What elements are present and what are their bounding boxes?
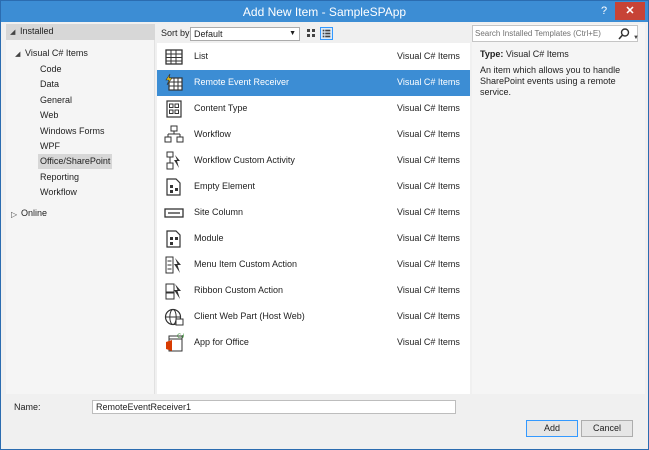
- template-name: Site Column: [194, 207, 244, 217]
- category-tree: ◢ Installed ◢ Visual C# Items Code Data …: [6, 24, 155, 394]
- svg-text:C#: C#: [177, 333, 184, 340]
- template-name: Menu Item Custom Action: [194, 259, 298, 269]
- title-bar: Add New Item - SampleSPApp ? ✕: [1, 1, 648, 22]
- name-label: Name:: [14, 402, 41, 412]
- template-row-workflow[interactable]: Workflow Visual C# Items: [157, 122, 470, 148]
- workflow-icon: [164, 125, 184, 143]
- menu-action-icon: [165, 256, 181, 274]
- collapse-arrow-icon[interactable]: ▷: [11, 210, 17, 219]
- template-list-pane: Sort by: Default ▼ List Visual C# Items …: [157, 24, 470, 394]
- tree-item-code[interactable]: Code: [40, 62, 62, 77]
- template-category: Visual C# Items: [397, 129, 460, 139]
- remote-event-receiver-icon: [165, 73, 183, 91]
- template-name: Workflow: [194, 129, 231, 139]
- name-field[interactable]: [92, 400, 456, 414]
- template-row-site-column[interactable]: Site Column Visual C# Items: [157, 200, 470, 226]
- template-category: Visual C# Items: [397, 207, 460, 217]
- list-view-icon[interactable]: [320, 27, 333, 40]
- template-name: Remote Event Receiver: [194, 77, 290, 87]
- ribbon-action-icon: [165, 283, 181, 300]
- type-info: Type: Visual C# Items: [480, 49, 569, 59]
- template-row-menu-item-custom-action[interactable]: Menu Item Custom Action Visual C# Items: [157, 252, 470, 278]
- template-category: Visual C# Items: [397, 77, 460, 87]
- search-input[interactable]: Search Installed Templates (Ctrl+E) ▼: [472, 25, 639, 42]
- dialog-title: Add New Item - SampleSPApp: [242, 5, 407, 19]
- expand-arrow-icon[interactable]: ◢: [15, 50, 20, 58]
- add-button[interactable]: Add: [526, 420, 578, 437]
- site-column-icon: [164, 208, 184, 218]
- type-value: Visual C# Items: [505, 49, 569, 59]
- template-category: Visual C# Items: [397, 311, 460, 321]
- template-name: Module: [194, 233, 224, 243]
- close-button[interactable]: ✕: [615, 2, 645, 20]
- content-type-icon: [166, 100, 182, 118]
- tree-item-office-sharepoint[interactable]: Office/SharePoint: [38, 154, 113, 169]
- search-placeholder: Search Installed Templates (Ctrl+E): [475, 29, 601, 38]
- tree-item-web[interactable]: Web: [40, 108, 58, 123]
- grid-view-icon[interactable]: [305, 27, 318, 40]
- workflow-activity-icon: [166, 151, 180, 170]
- template-category: Visual C# Items: [397, 51, 460, 61]
- template-name: Content Type: [194, 103, 248, 113]
- sort-dropdown[interactable]: Default ▼: [190, 27, 300, 41]
- tree-item-general[interactable]: General: [40, 93, 72, 108]
- search-icon[interactable]: [617, 27, 631, 41]
- app-for-office-icon: C#: [166, 333, 184, 352]
- sort-toolbar: Sort by: Default ▼: [157, 24, 470, 43]
- tree-item-reporting[interactable]: Reporting: [40, 170, 79, 185]
- template-category: Visual C# Items: [397, 155, 460, 165]
- template-category: Visual C# Items: [397, 337, 460, 347]
- template-row-list[interactable]: List Visual C# Items: [157, 44, 470, 70]
- template-category: Visual C# Items: [397, 233, 460, 243]
- add-new-item-dialog: Add New Item - SampleSPApp ? ✕ ◢ Install…: [0, 0, 649, 450]
- template-row-content-type[interactable]: Content Type Visual C# Items: [157, 96, 470, 122]
- template-name: Client Web Part (Host Web): [194, 311, 305, 321]
- template-row-workflow-custom-activity[interactable]: Workflow Custom Activity Visual C# Items: [157, 148, 470, 174]
- web-part-icon: [164, 308, 184, 326]
- list-icon: [165, 49, 183, 65]
- sort-label: Sort by:: [161, 28, 193, 38]
- tree-item-workflow[interactable]: Workflow: [40, 185, 77, 200]
- template-row-client-web-part[interactable]: Client Web Part (Host Web) Visual C# Ite…: [157, 304, 470, 330]
- template-category: Visual C# Items: [397, 259, 460, 269]
- template-row-empty-element[interactable]: Empty Element Visual C# Items: [157, 174, 470, 200]
- template-name: List: [194, 51, 209, 61]
- tree-item-wpf[interactable]: WPF: [40, 139, 60, 154]
- tree-item-data[interactable]: Data: [40, 77, 59, 92]
- module-icon: [166, 230, 181, 248]
- details-pane: Search Installed Templates (Ctrl+E) ▼ Ty…: [472, 24, 645, 394]
- template-row-remote-event-receiver[interactable]: Remote Event Receiver Visual C# Items: [157, 70, 470, 96]
- help-button[interactable]: ?: [593, 2, 615, 20]
- empty-element-icon: [166, 178, 181, 196]
- tree-node-online[interactable]: Online: [21, 206, 47, 221]
- tree-node-visual-csharp[interactable]: Visual C# Items: [25, 46, 88, 61]
- template-name: Empty Element: [194, 181, 256, 191]
- expand-arrow-icon[interactable]: ◢: [10, 28, 15, 36]
- template-category: Visual C# Items: [397, 181, 460, 191]
- template-row-ribbon-custom-action[interactable]: Ribbon Custom Action Visual C# Items: [157, 278, 470, 304]
- template-name: Workflow Custom Activity: [194, 155, 295, 165]
- tree-item-windows-forms[interactable]: Windows Forms: [40, 124, 105, 139]
- template-row-module[interactable]: Module Visual C# Items: [157, 226, 470, 252]
- chevron-down-icon[interactable]: ▼: [633, 31, 639, 46]
- type-label: Type:: [480, 49, 504, 59]
- template-name: App for Office: [194, 337, 249, 347]
- template-category: Visual C# Items: [397, 103, 460, 113]
- cancel-button[interactable]: Cancel: [581, 420, 633, 437]
- template-row-app-for-office[interactable]: C# App for Office Visual C# Items: [157, 330, 470, 356]
- template-category: Visual C# Items: [397, 285, 460, 295]
- tree-node-installed[interactable]: ◢ Installed: [6, 24, 155, 40]
- tree-label-installed: Installed: [20, 26, 54, 36]
- template-description: An item which allows you to handle Share…: [480, 65, 621, 97]
- sort-value: Default: [194, 29, 223, 39]
- template-name: Ribbon Custom Action: [194, 285, 284, 295]
- chevron-down-icon: ▼: [289, 30, 296, 37]
